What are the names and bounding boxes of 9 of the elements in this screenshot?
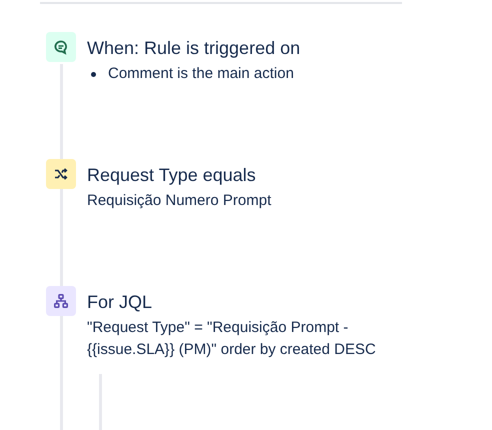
step-title: Request Type equals <box>87 164 257 186</box>
step-detail: "Request Type" = "Requisição Prompt - {{issue.SLA}} (PM)" order by created DESC <box>87 318 377 360</box>
hierarchy-icon <box>46 286 76 316</box>
step-title: When: Rule is triggered on <box>87 37 300 59</box>
trigger-condition: Comment is the main action <box>108 64 294 84</box>
step-title: For JQL <box>87 291 154 313</box>
comment-icon <box>46 32 76 62</box>
step-detail: Requisição Numero Prompt <box>87 191 272 211</box>
shuffle-icon <box>46 159 76 189</box>
